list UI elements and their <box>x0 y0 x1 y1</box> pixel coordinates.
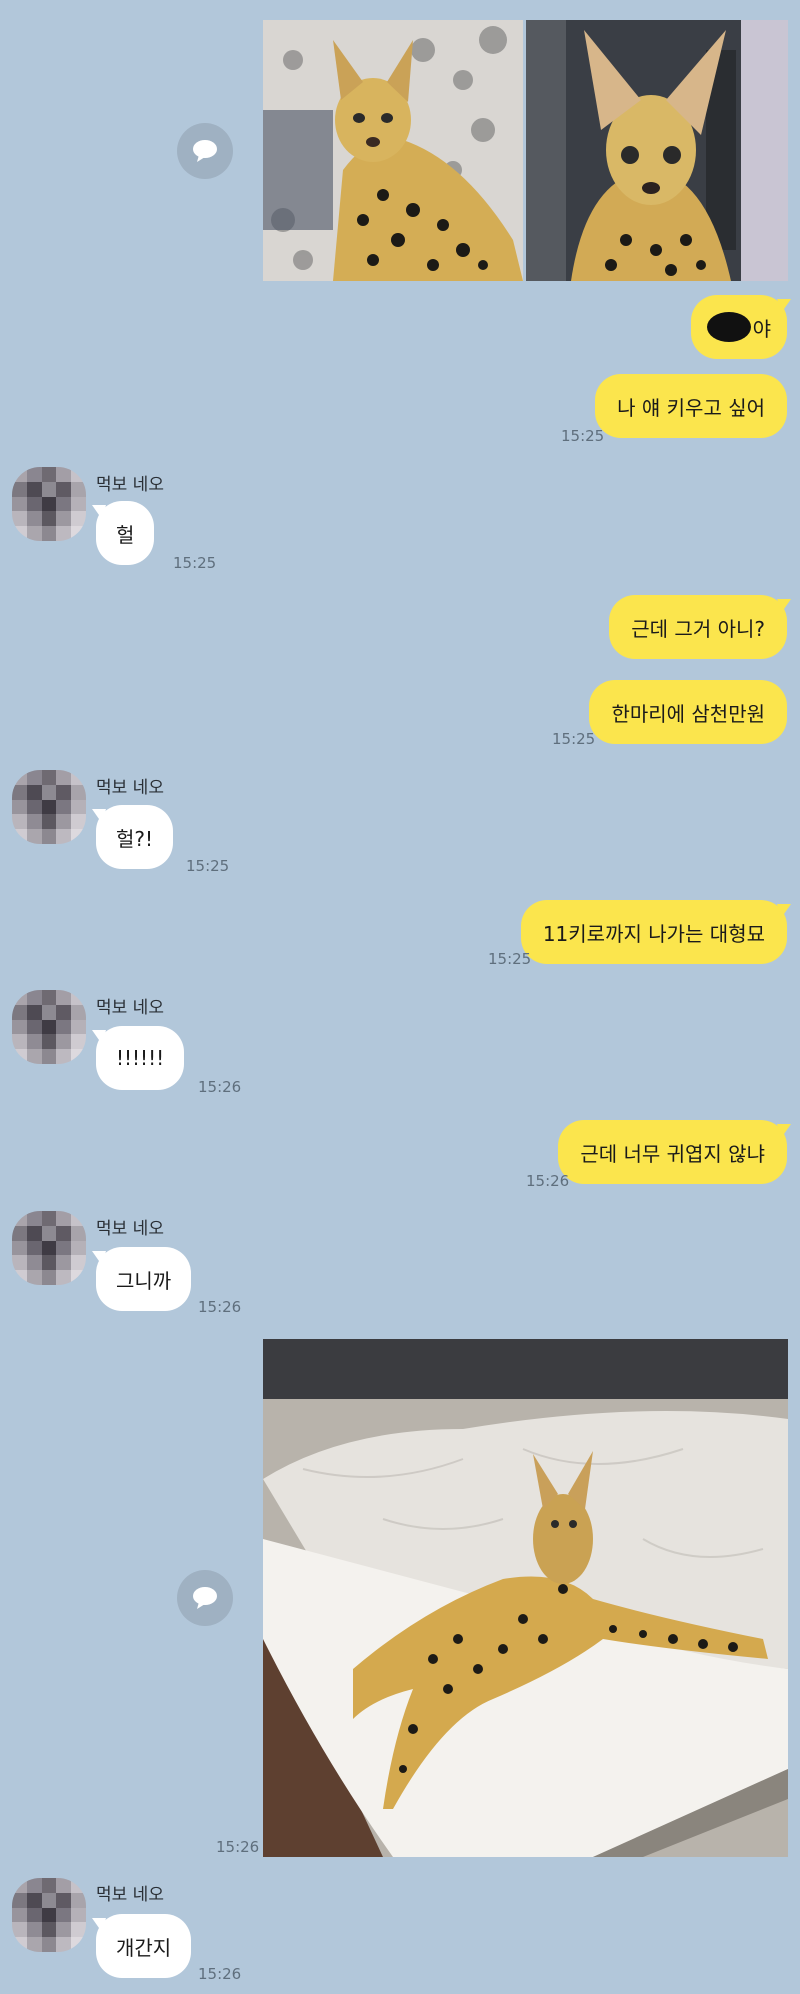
message-bubble-them[interactable]: !!!!!! <box>96 1026 185 1090</box>
serval-photo-1[interactable] <box>263 20 523 281</box>
avatar[interactable] <box>12 1211 86 1285</box>
timestamp: 15:26 <box>216 1838 260 1856</box>
avatar[interactable] <box>12 1878 86 1952</box>
avatar[interactable] <box>12 770 86 844</box>
message-bubble-me[interactable]: 근데 너무 귀엽지 않냐 <box>558 1120 787 1184</box>
message-text: 개간지 <box>116 1935 172 1960</box>
share-button[interactable] <box>177 123 233 179</box>
message-bubble-them[interactable]: 개간지 <box>96 1914 192 1978</box>
speech-bubble-icon <box>193 1587 217 1609</box>
message-text: 야 <box>752 316 771 341</box>
timestamp: 15:25 <box>186 857 230 875</box>
timestamp: 15:25 <box>552 730 596 748</box>
serval-on-bed-photo[interactable] <box>263 1339 788 1857</box>
message-bubble-me[interactable]: 야 <box>690 295 787 359</box>
message-text: 헐 <box>116 522 135 547</box>
timestamp: 15:26 <box>526 1172 570 1190</box>
avatar[interactable] <box>12 990 86 1064</box>
sender-name: 먹보 네오 <box>96 778 164 798</box>
share-button[interactable] <box>177 1570 233 1626</box>
sender-name: 먹보 네오 <box>96 1885 164 1905</box>
message-bubble-them[interactable]: 헐?! <box>96 805 174 869</box>
message-text: 11키로까지 나가는 대형묘 <box>542 921 765 946</box>
avatar[interactable] <box>12 467 86 541</box>
message-bubble-me[interactable]: 한마리에 삼천만원 <box>589 680 787 744</box>
timestamp: 15:26 <box>198 1965 242 1983</box>
message-bubble-me[interactable]: 근데 그거 아니? <box>609 595 787 659</box>
message-text: 근데 그거 아니? <box>631 616 765 641</box>
redacted-name <box>706 312 751 342</box>
timestamp: 15:26 <box>198 1298 242 1316</box>
timestamp: 15:25 <box>173 554 217 572</box>
message-bubble-me[interactable]: 11키로까지 나가는 대형묘 <box>520 900 787 964</box>
message-bubble-me[interactable]: 나 얘 키우고 싶어 <box>595 374 787 438</box>
message-text: 그니까 <box>116 1268 172 1293</box>
message-bubble-them[interactable]: 그니까 <box>96 1247 192 1311</box>
message-bubble-them[interactable]: 헐 <box>96 501 155 565</box>
sender-name: 먹보 네오 <box>96 475 164 495</box>
message-text: !!!!!! <box>116 1046 165 1070</box>
message-text: 한마리에 삼천만원 <box>611 701 765 726</box>
timestamp: 15:25 <box>561 427 605 445</box>
speech-bubble-icon <box>193 140 217 162</box>
serval-photo-2[interactable] <box>526 20 788 281</box>
sender-name: 먹보 네오 <box>96 1219 164 1239</box>
timestamp: 15:26 <box>198 1078 242 1096</box>
message-text: 근데 너무 귀엽지 않냐 <box>580 1141 765 1166</box>
timestamp: 15:25 <box>488 950 532 968</box>
message-text: 나 얘 키우고 싶어 <box>617 395 765 420</box>
message-text: 헐?! <box>116 826 154 851</box>
sender-name: 먹보 네오 <box>96 998 164 1018</box>
